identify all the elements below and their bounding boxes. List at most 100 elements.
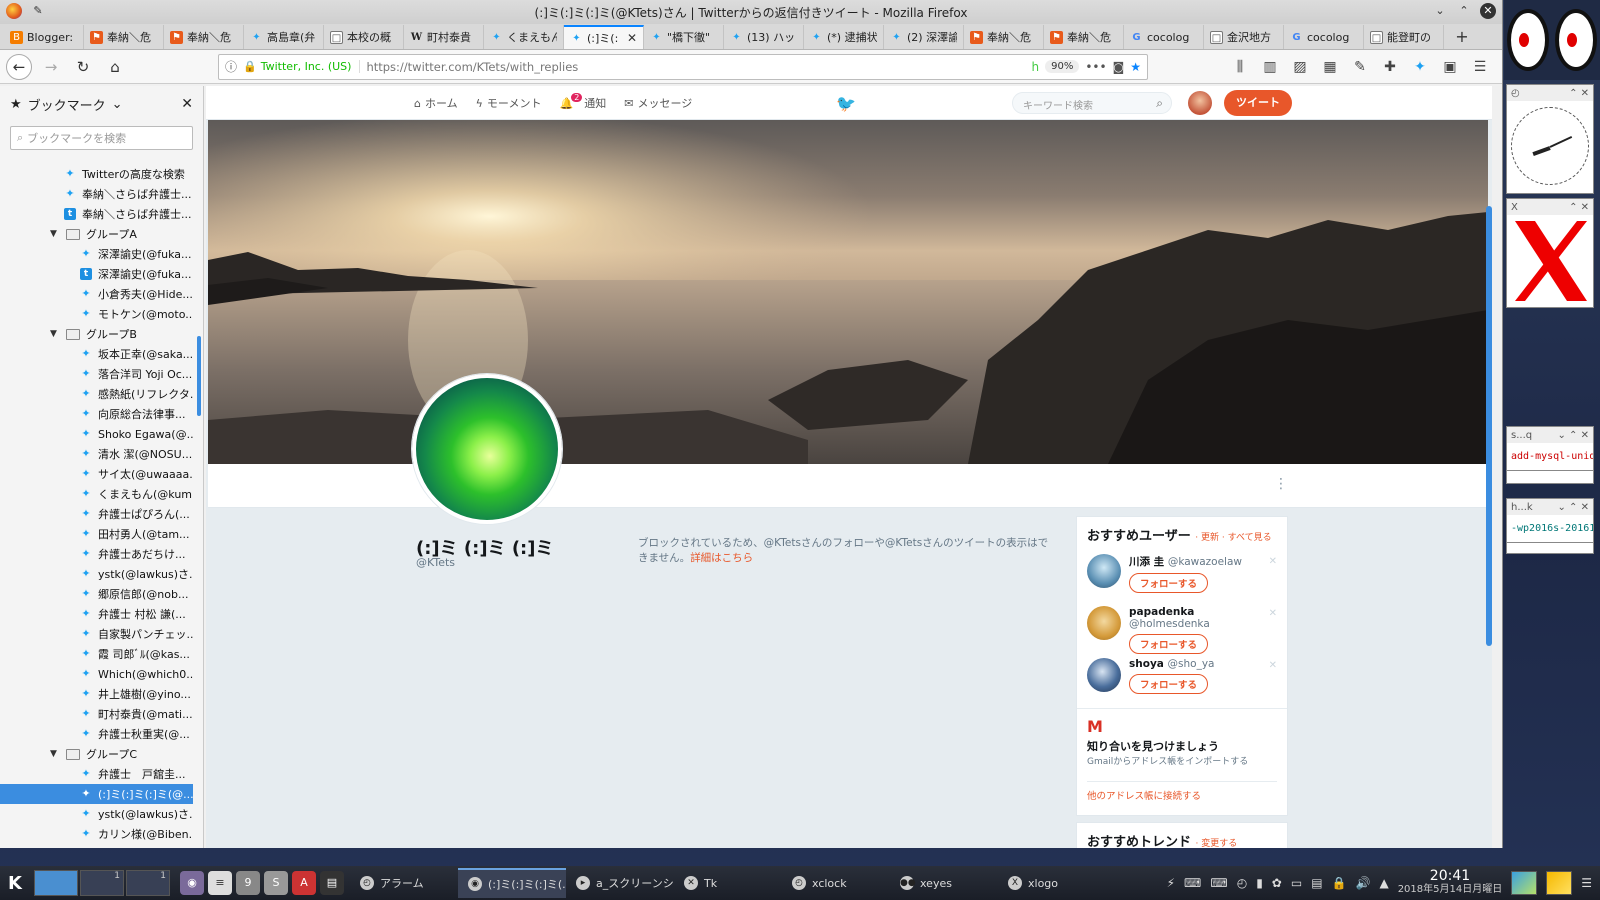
nav-messages[interactable]: ✉ メッセージ [624, 95, 692, 111]
bookmark-item[interactable]: ✦ Which(@which0... [0, 664, 193, 684]
bookmark-folder[interactable]: ▼ グループB [0, 324, 193, 344]
tray-expand-icon[interactable]: ▲ [1379, 876, 1388, 890]
terminal1-controls[interactable]: ⌄ ⌃ ✕ [1558, 430, 1590, 441]
settings-tray-icon[interactable]: ✿ [1272, 876, 1282, 890]
terminal-launcher-icon[interactable]: ▤ [320, 871, 344, 895]
editor-launcher-icon[interactable]: ≡ [208, 871, 232, 895]
chevron-down-icon[interactable]: ⌄ [112, 97, 123, 112]
bookmark-item[interactable]: ✦ 小倉秀夫(@Hide... [0, 284, 193, 304]
bookmark-item[interactable]: ✦ Twitterの高度な検索 [0, 164, 193, 184]
panel-menu-icon[interactable]: ☰ [1581, 876, 1592, 890]
taskbar-task[interactable]: ◴ xclock [782, 868, 890, 898]
bookmark-item[interactable]: ✦ 弁護士秋重実(@... [0, 724, 193, 744]
taskbar-clock[interactable]: 20:41 2018年5月14日月曜日 [1398, 869, 1503, 896]
browser-tab[interactable]: ⚑ 奉納＼危 [1044, 25, 1124, 49]
url-bar[interactable]: ⓘ 🔒 Twitter, Inc. (US) https://twitter.co… [218, 53, 1148, 80]
browser-tab[interactable]: ✦ "橋下徹" [644, 25, 724, 49]
bookmark-item[interactable]: ✦ 坂本正幸(@saka... [0, 344, 193, 364]
battery-icon[interactable]: ▮ [1256, 876, 1263, 890]
taskbar-task[interactable]: ●● xeyes [890, 868, 998, 898]
pin-icon[interactable]: ✎ [30, 3, 46, 19]
notes-widget-icon[interactable] [1546, 871, 1573, 895]
user-avatar[interactable] [1188, 91, 1212, 115]
dismiss-icon[interactable]: ✕ [1269, 556, 1277, 567]
learn-more-link[interactable]: 詳細はこちら [690, 552, 753, 564]
bookmark-item[interactable]: ✦ 深澤諭史(@fuka... [0, 244, 193, 264]
bookmark-item[interactable]: ✦ 奉納＼さらば弁護士... [0, 184, 193, 204]
bookmark-item[interactable]: ✦ 落合洋司 Yoji Oc... [0, 364, 193, 384]
terminal2-controls[interactable]: ⌄ ⌃ ✕ [1558, 502, 1590, 513]
bookmark-item[interactable]: ✦ 弁護士ぱぴろん(... [0, 504, 193, 524]
follow-button[interactable]: フォローする [1129, 674, 1209, 694]
twitter-search-input[interactable]: キーワード検索 ⌕ [1012, 92, 1172, 114]
taskbar-task[interactable]: ◴ アラーム [350, 868, 458, 898]
close-tab-icon[interactable]: ✕ [627, 31, 637, 45]
recommended-user-avatar[interactable] [1087, 658, 1121, 692]
reload-button[interactable]: ↻ [70, 54, 96, 80]
bookmark-item[interactable]: ✦ 弁護士あだちけ... [0, 544, 193, 564]
bookmark-item[interactable]: ✦ モトケン(@moto... [0, 304, 193, 324]
window-titlebar[interactable]: ✎ (:]ミ(:]ミ(:]ミ(@KTets)さん | Twitterからの返信付… [0, 0, 1502, 24]
xlogo-window-controls[interactable]: ⌃ ✕ [1569, 202, 1589, 213]
bookmark-item[interactable]: ✦ 弁護士 村松 謙(... [0, 604, 193, 624]
bookmark-item[interactable]: ✦ 町村泰貴(@mati... [0, 704, 193, 724]
bookmark-folder[interactable]: ▼ グループC [0, 744, 193, 764]
bookmark-item[interactable]: ✦ 清水 潔(@NOSU... [0, 444, 193, 464]
info-icon[interactable]: ⓘ [225, 58, 237, 75]
bookmark-item[interactable]: ✦ 向原総合法律事... [0, 404, 193, 424]
bookmark-item[interactable]: ✦ くまえもん(@kum... [0, 484, 193, 504]
bookmark-item[interactable]: ✦ 自家製パンチェッ... [0, 624, 193, 644]
twitter-extension-icon[interactable]: ✦ [1410, 59, 1430, 75]
nav-notifications[interactable]: 🔔 2 通知 [559, 92, 606, 111]
terminal-window-2[interactable]: h...k ⌄ ⌃ ✕ -wp2016s-20161 [1506, 498, 1594, 554]
page-scrollbar[interactable] [1486, 206, 1492, 646]
lock-tray-icon[interactable]: 🔒 [1332, 876, 1347, 890]
browser-tab[interactable]: ✦ (2) 深澤諭 [884, 25, 964, 49]
extensions-icon[interactable]: ▦ [1320, 59, 1340, 75]
browser-tab[interactable]: □ 本校の概 [324, 25, 404, 49]
new-tab-button[interactable]: + [1450, 25, 1474, 49]
url-text[interactable]: https://twitter.com/KTets/with_replies [366, 60, 1025, 74]
keyboard-icon[interactable]: ⌨ [1184, 876, 1201, 890]
maximize-button[interactable]: ⌃ [1456, 3, 1472, 19]
recommended-user-avatar[interactable] [1087, 554, 1121, 588]
browser-tab[interactable]: ✦ (:]ミ(: ✕ [564, 25, 644, 49]
sidebar-title[interactable]: ブックマーク [28, 95, 106, 114]
library-icon[interactable]: ⫼ [1230, 59, 1250, 75]
gmail-icon[interactable]: M [1087, 717, 1277, 736]
notes-icon[interactable]: ▤ [1311, 876, 1322, 890]
display-icon[interactable]: ▭ [1291, 876, 1302, 890]
menu-icon[interactable]: ☰ [1470, 59, 1490, 75]
refresh-view-all-links[interactable]: · 更新 · すべて見る [1195, 533, 1271, 543]
recommended-user-name-row[interactable]: papadenka @holmesdenka [1129, 606, 1277, 630]
bookmark-item[interactable]: t 深澤諭史(@fuka... [0, 264, 193, 284]
terminal-window-1[interactable]: s...q ⌄ ⌃ ✕ add-mysql-uniq.rb [1506, 426, 1594, 484]
search-icon[interactable]: ⌕ [1156, 96, 1163, 111]
recommended-user-avatar[interactable] [1087, 606, 1121, 640]
dismiss-icon[interactable]: ✕ [1269, 660, 1277, 671]
forward-button[interactable]: → [38, 54, 64, 80]
bookmark-item[interactable]: ✦ 感熱紙(リフレクタ... [0, 384, 193, 404]
bookmark-item[interactable]: ✦ カリン様(@Biben... [0, 824, 193, 844]
reader-icon[interactable]: h [1032, 60, 1040, 74]
bookmark-item[interactable]: ✦ ystk(@lawkus)さ... [0, 804, 193, 824]
taskbar-task[interactable]: Xxlogo [998, 868, 1106, 898]
browser-tab[interactable]: □ 金沢地方 [1204, 25, 1284, 49]
taskbar-task[interactable]: ◉ (:]ミ(:]ミ(:]ミ(... [458, 868, 566, 898]
expand-arrow-icon[interactable]: ▼ [50, 749, 60, 759]
bookmark-item[interactable]: ✦ 田村勇人(@tam... [0, 524, 193, 544]
desktop-preview-icon[interactable] [1511, 871, 1538, 895]
dictionary-launcher-icon[interactable]: A [292, 871, 316, 895]
sidebar-close-button[interactable]: ✕ [181, 96, 193, 112]
dismiss-icon[interactable]: ✕ [1269, 608, 1277, 619]
pager-desktop-1[interactable] [34, 870, 78, 896]
xlogo-window[interactable]: X ⌃ ✕ [1506, 198, 1594, 308]
bookmark-folder[interactable]: ▼ グループA [0, 224, 193, 244]
network-icon[interactable]: ⚡ [1167, 876, 1175, 890]
bookmark-search-input[interactable]: ⌕ ブックマークを検索 [10, 126, 193, 150]
browser-tab[interactable]: W 町村泰貴 [404, 25, 484, 49]
recommended-user-name-row[interactable]: shoya @sho_ya [1129, 658, 1214, 670]
profile-avatar[interactable] [412, 374, 562, 524]
bookmark-item[interactable]: ✦ 霞 司郎ﾞﾙ(@kas... [0, 644, 193, 664]
bookmark-item[interactable]: ✦ Shoko Egawa(@... [0, 424, 193, 444]
